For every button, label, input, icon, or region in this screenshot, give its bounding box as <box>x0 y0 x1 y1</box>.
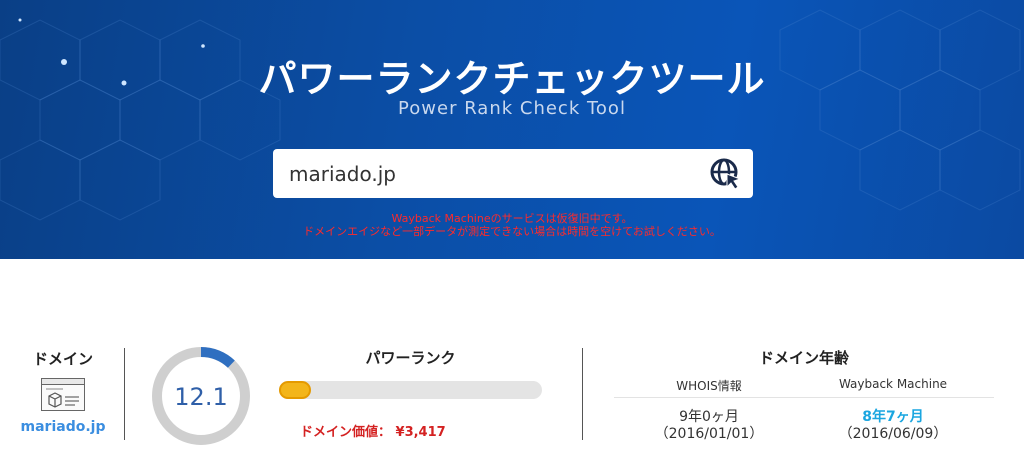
power-rank-bar <box>279 381 542 399</box>
webpage-icon <box>41 378 85 411</box>
globe-cursor-icon <box>710 158 742 190</box>
whois-label: WHOIS情報 <box>676 379 742 393</box>
whois-age: 9年0ヶ月 （2016/01/01） <box>624 409 794 443</box>
service-notice: Wayback Machineのサービスは仮復旧中です。 ドメインエイジなど一部… <box>0 212 1024 238</box>
age-separator <box>614 397 994 398</box>
domain-search-input[interactable] <box>273 149 693 198</box>
results-panel: ドメイン mariado.jp 12.1 パワーランク ドメイン価値： ¥3,4… <box>0 259 1024 472</box>
column-divider <box>582 348 583 440</box>
whois-age-value: 9年0ヶ月 <box>679 409 739 425</box>
page-subtitle: Power Rank Check Tool <box>398 98 626 119</box>
domain-age-title: ドメイン年齢 <box>758 349 849 367</box>
domain-value-text: ドメイン価値： ¥3,417 <box>300 425 446 440</box>
wayback-label: Wayback Machine <box>838 377 948 391</box>
whois-date: （2016/01/01） <box>654 426 764 442</box>
power-rank-title: パワーランク <box>365 349 456 367</box>
hero-banner: パワーランクチェックツール Power Rank Check Tool Wayb… <box>0 0 1024 259</box>
power-rank-bar-fill <box>279 381 311 399</box>
power-rank-score: 12.1 <box>174 383 228 411</box>
notice-line-1: Wayback Machineのサービスは仮復旧中です。 <box>391 212 633 225</box>
search-button[interactable] <box>709 157 743 191</box>
page-title: パワーランクチェックツール <box>258 57 766 101</box>
wayback-age: 8年7ヶ月 （2016/06/09） <box>808 409 978 443</box>
column-divider <box>124 348 125 440</box>
search-box <box>273 149 753 198</box>
notice-line-2: ドメインエイジなど一部データが測定できない場合は時間を空けてお試しください。 <box>303 225 721 238</box>
wayback-date: （2016/06/09） <box>838 426 948 442</box>
wayback-age-value: 8年7ヶ月 <box>862 409 924 425</box>
domain-name-link[interactable]: mariado.jp <box>12 419 114 435</box>
domain-column-title: ドメイン <box>32 350 93 368</box>
